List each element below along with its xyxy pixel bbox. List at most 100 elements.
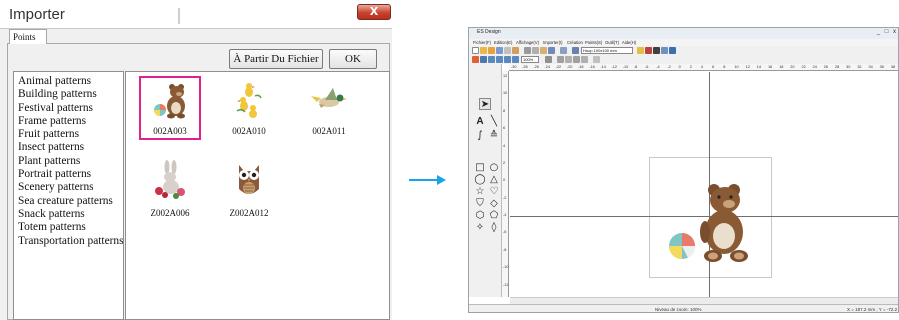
pen-icon[interactable] xyxy=(545,56,552,63)
ruler-tick-label: -22 xyxy=(555,65,562,69)
copy-icon[interactable] xyxy=(532,47,539,54)
triangle-icon[interactable]: △ xyxy=(488,174,500,186)
point-edit-icon[interactable] xyxy=(557,56,564,63)
category-item[interactable]: Portrait patterns xyxy=(18,168,123,181)
stitch-chart-icon[interactable] xyxy=(637,47,644,54)
category-item[interactable]: Animal patterns xyxy=(18,75,123,88)
zoom-select[interactable]: 100% xyxy=(521,56,539,63)
category-item[interactable]: Frame patterns xyxy=(18,115,123,128)
shield-icon[interactable]: ⛉ xyxy=(474,198,486,210)
pattern-tile[interactable]: 002A011 xyxy=(297,76,361,140)
star-icon[interactable]: ☆ xyxy=(474,186,486,198)
menu-creation[interactable]: Création xyxy=(567,40,583,45)
settings-icon[interactable] xyxy=(669,47,676,54)
ruler-tick-label: -20 xyxy=(566,65,573,69)
ok-button[interactable]: OK xyxy=(329,49,377,69)
pattern-tile[interactable]: 002A010 xyxy=(217,76,281,140)
ruler-tick-label: 30 xyxy=(846,65,851,69)
category-item[interactable]: Festival patterns xyxy=(18,102,123,115)
pentagon-shape-icon[interactable]: ⬠ xyxy=(488,210,500,222)
curve-icon[interactable]: ∫ xyxy=(474,130,486,142)
ruler-tick-label: -18 xyxy=(578,65,584,69)
select-arrow-icon[interactable]: ➤ xyxy=(479,98,491,110)
ruler-tick-label: -28 xyxy=(522,65,528,69)
ruler-tick-label: 2 xyxy=(689,65,692,69)
import-icon[interactable] xyxy=(488,47,495,54)
menu-edition[interactable]: Edition(E) xyxy=(494,40,512,45)
paste-icon[interactable] xyxy=(540,47,547,54)
wand-icon[interactable] xyxy=(661,47,668,54)
cut-icon[interactable] xyxy=(524,47,531,54)
horizontal-scrollbar[interactable] xyxy=(510,297,898,304)
category-item[interactable]: Snack patterns xyxy=(18,208,123,221)
category-item[interactable]: Fruit patterns xyxy=(18,128,123,141)
tab-points[interactable]: Points xyxy=(9,29,47,44)
selection-highlight xyxy=(139,76,201,140)
hoop-icon[interactable] xyxy=(560,47,567,54)
copy-file-icon[interactable] xyxy=(504,47,511,54)
menu-aide[interactable]: Aide(H) xyxy=(622,40,636,45)
app-title: ES Design xyxy=(477,29,501,35)
diamond-icon[interactable]: ◇ xyxy=(488,198,500,210)
ruler-tick-label: -14 xyxy=(600,65,606,69)
thread-icon[interactable] xyxy=(653,47,660,54)
cross-star-icon[interactable]: ✧ xyxy=(474,222,486,234)
category-item[interactable]: Transportation patterns xyxy=(18,235,123,248)
dialog-titlebar: Importer X xyxy=(0,0,392,28)
minimize-button[interactable]: _ xyxy=(875,29,882,36)
maximize-button[interactable]: □ xyxy=(883,29,890,36)
ellipse-icon[interactable]: ◯ xyxy=(474,174,486,186)
hoop-select[interactable]: Hoop 100x100 mm xyxy=(581,47,633,54)
horizontal-ruler: -30 -28 -26 -24 -22 -20 -18 -16 -14 -12 -10 -8 -6 -4-… xyxy=(509,64,898,71)
zoom-real-icon[interactable] xyxy=(512,56,519,63)
new-file-icon[interactable] xyxy=(472,47,479,54)
app-close-button[interactable]: x xyxy=(891,29,898,36)
freehand-icon[interactable]: ≙ xyxy=(488,130,500,142)
rectangle-icon[interactable]: □ xyxy=(474,162,486,174)
menu-fichier[interactable]: Fichier(F) xyxy=(473,40,491,45)
open-folder-icon[interactable] xyxy=(480,47,487,54)
pattern-tile[interactable]: Z002A006 xyxy=(138,155,202,219)
drop-icon[interactable]: ◊ xyxy=(488,222,500,234)
text-icon[interactable]: A xyxy=(474,116,486,128)
close-button[interactable]: X xyxy=(357,4,391,20)
ruler-tick-label: -12 xyxy=(503,282,509,287)
machine-icon[interactable] xyxy=(572,47,579,54)
align-icon[interactable] xyxy=(581,56,588,63)
category-item[interactable]: Totem patterns xyxy=(18,221,123,234)
delete-icon[interactable] xyxy=(548,47,555,54)
export-icon[interactable] xyxy=(512,47,519,54)
ducklings-icon xyxy=(236,83,262,118)
ruler-tick-label: -24 xyxy=(544,65,551,69)
design-canvas[interactable] xyxy=(510,72,898,297)
category-item[interactable]: Scenery patterns xyxy=(18,181,123,194)
zoom-out-icon[interactable] xyxy=(496,56,503,63)
group-icon[interactable] xyxy=(593,56,600,63)
mirror-icon[interactable] xyxy=(573,56,580,63)
menu-outil[interactable]: Outil(T) xyxy=(605,40,619,45)
hexagon-icon[interactable]: ⬡ xyxy=(474,210,486,222)
ruler-tick-label: 4 xyxy=(503,143,506,148)
zoom-fit-icon[interactable] xyxy=(480,56,487,63)
category-item[interactable]: Plant patterns xyxy=(18,155,123,168)
vertical-ruler: 12 10 8 6 4 2 0 -2 -4 -6 -8 -10 -12 xyxy=(502,71,509,297)
rotate-icon[interactable] xyxy=(565,56,572,63)
menu-points[interactable]: Points(S) xyxy=(585,40,602,45)
pattern-tile[interactable]: Z002A012 xyxy=(217,155,281,219)
save-icon[interactable] xyxy=(496,47,503,54)
category-item[interactable]: Sea creature patterns xyxy=(18,195,123,208)
ruler-tick-label: -10 xyxy=(622,65,629,69)
menu-affichage[interactable]: Affichage(V) xyxy=(516,40,539,45)
line-icon[interactable]: ╲ xyxy=(488,116,500,128)
from-file-button[interactable]: À Partir Du Fichier xyxy=(229,49,323,69)
heart-icon[interactable]: ♡ xyxy=(488,186,500,198)
menu-importer[interactable]: Importer(I) xyxy=(543,40,563,45)
zoom-area-icon[interactable] xyxy=(504,56,511,63)
color-icon[interactable] xyxy=(645,47,652,54)
category-item[interactable]: Building patterns xyxy=(18,88,123,101)
zoom-in-icon[interactable] xyxy=(488,56,495,63)
grid-icon[interactable] xyxy=(472,56,479,63)
category-list[interactable]: Animal patterns Building patterns Festiv… xyxy=(13,71,124,320)
circle-icon[interactable]: ○ xyxy=(488,162,500,174)
category-item[interactable]: Insect patterns xyxy=(18,141,123,154)
